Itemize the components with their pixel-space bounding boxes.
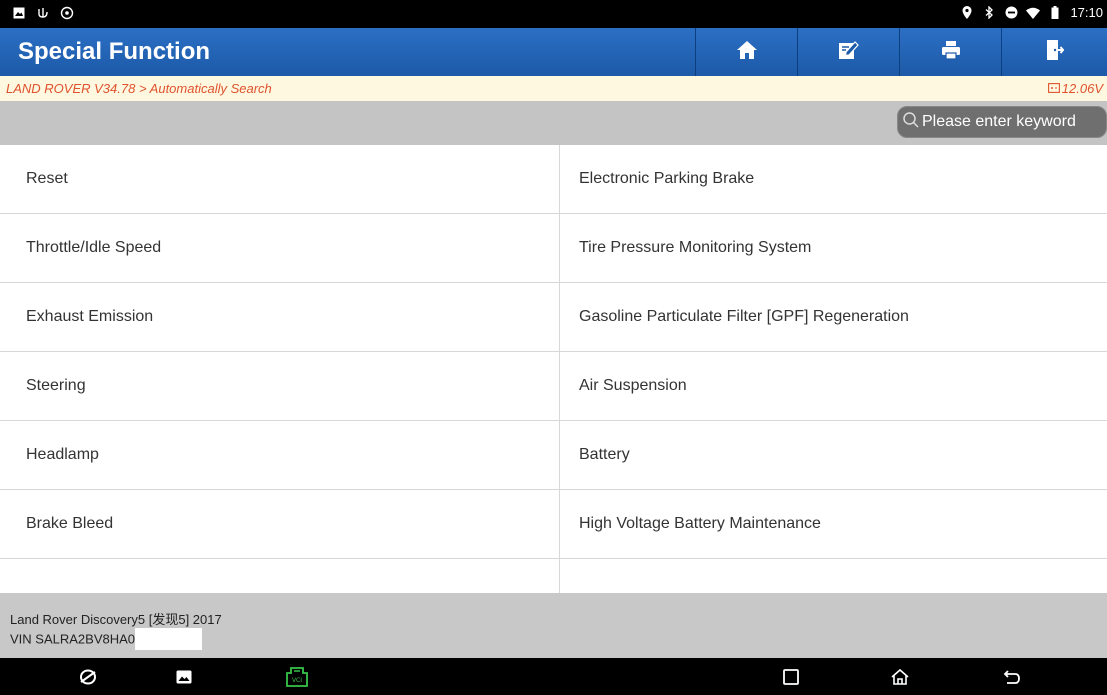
edit-icon bbox=[838, 40, 860, 65]
wifi-icon bbox=[1026, 6, 1041, 20]
search-bar bbox=[0, 101, 1107, 145]
navigation-bar: VCI bbox=[0, 658, 1107, 695]
search-icon bbox=[902, 111, 920, 134]
recent-apps-button[interactable] bbox=[779, 665, 803, 689]
usb-debug-icon bbox=[36, 6, 50, 20]
vehicle-model: Land Rover Discovery5 [发现5] 2017 bbox=[10, 612, 222, 627]
print-button[interactable] bbox=[899, 28, 1002, 76]
function-list: Reset Electronic Parking Brake Throttle/… bbox=[0, 145, 1107, 593]
vehicle-info-bar: Land Rover Discovery5 [发现5] 2017 VIN SAL… bbox=[0, 593, 1107, 658]
function-item-exhaust-emission[interactable]: Exhaust Emission bbox=[0, 283, 560, 352]
do-not-disturb-icon bbox=[1004, 6, 1018, 20]
battery-icon bbox=[1048, 6, 1062, 20]
back-button[interactable] bbox=[1000, 665, 1024, 689]
location-icon bbox=[960, 6, 974, 20]
bluetooth-icon bbox=[982, 6, 996, 20]
app-header: Special Function bbox=[0, 28, 1107, 76]
function-item-brake-bleed[interactable]: Brake Bleed bbox=[0, 490, 560, 559]
settings-notification-icon bbox=[60, 6, 74, 20]
vehicle-battery-icon bbox=[1047, 81, 1060, 96]
function-item-reset[interactable]: Reset bbox=[0, 145, 560, 214]
home-nav-button[interactable] bbox=[888, 665, 912, 689]
breadcrumb-bar: LAND ROVER V34.78 > Automatically Search… bbox=[0, 76, 1107, 101]
function-item-air-suspension[interactable]: Air Suspension bbox=[560, 352, 1107, 421]
function-item-partial[interactable] bbox=[560, 559, 1107, 593]
page-title: Special Function bbox=[18, 38, 211, 65]
function-item-electronic-parking-brake[interactable]: Electronic Parking Brake bbox=[560, 145, 1107, 214]
function-item-tire-pressure-monitoring[interactable]: Tire Pressure Monitoring System bbox=[560, 214, 1107, 283]
vin-text: VIN SALRA2BV8HA0 bbox=[10, 631, 136, 647]
vehicle-vin: VIN SALRA2BV8HA0 bbox=[10, 628, 203, 651]
svg-text:VCI: VCI bbox=[292, 677, 302, 684]
function-item-battery[interactable]: Battery bbox=[560, 421, 1107, 490]
home-icon bbox=[736, 40, 758, 65]
home-button[interactable] bbox=[695, 28, 798, 76]
search-box[interactable] bbox=[897, 106, 1107, 138]
function-item-headlamp[interactable]: Headlamp bbox=[0, 421, 560, 490]
gallery-icon[interactable] bbox=[172, 665, 196, 689]
voltage-value: 12.06V bbox=[1061, 81, 1103, 96]
print-icon bbox=[941, 40, 961, 65]
status-bar: 17:10 bbox=[0, 0, 1107, 28]
vin-redaction bbox=[135, 628, 203, 650]
browser-icon[interactable] bbox=[76, 665, 100, 689]
breadcrumb: LAND ROVER V34.78 > Automatically Search bbox=[6, 81, 272, 96]
exit-button[interactable] bbox=[1001, 28, 1107, 76]
edit-button[interactable] bbox=[797, 28, 900, 76]
vci-icon[interactable]: VCI bbox=[285, 665, 309, 689]
function-item-gpf-regeneration[interactable]: Gasoline Particulate Filter [GPF] Regene… bbox=[560, 283, 1107, 352]
status-time: 17:10 bbox=[1070, 5, 1103, 20]
function-item-steering[interactable]: Steering bbox=[0, 352, 560, 421]
voltage-indicator: 12.06V bbox=[1047, 81, 1103, 96]
exit-icon bbox=[1046, 39, 1065, 66]
function-item-hv-battery-maintenance[interactable]: High Voltage Battery Maintenance bbox=[560, 490, 1107, 559]
search-input[interactable] bbox=[920, 113, 1104, 131]
function-item-throttle-idle-speed[interactable]: Throttle/Idle Speed bbox=[0, 214, 560, 283]
function-item-partial[interactable] bbox=[0, 559, 560, 593]
image-notification-icon bbox=[12, 6, 26, 20]
